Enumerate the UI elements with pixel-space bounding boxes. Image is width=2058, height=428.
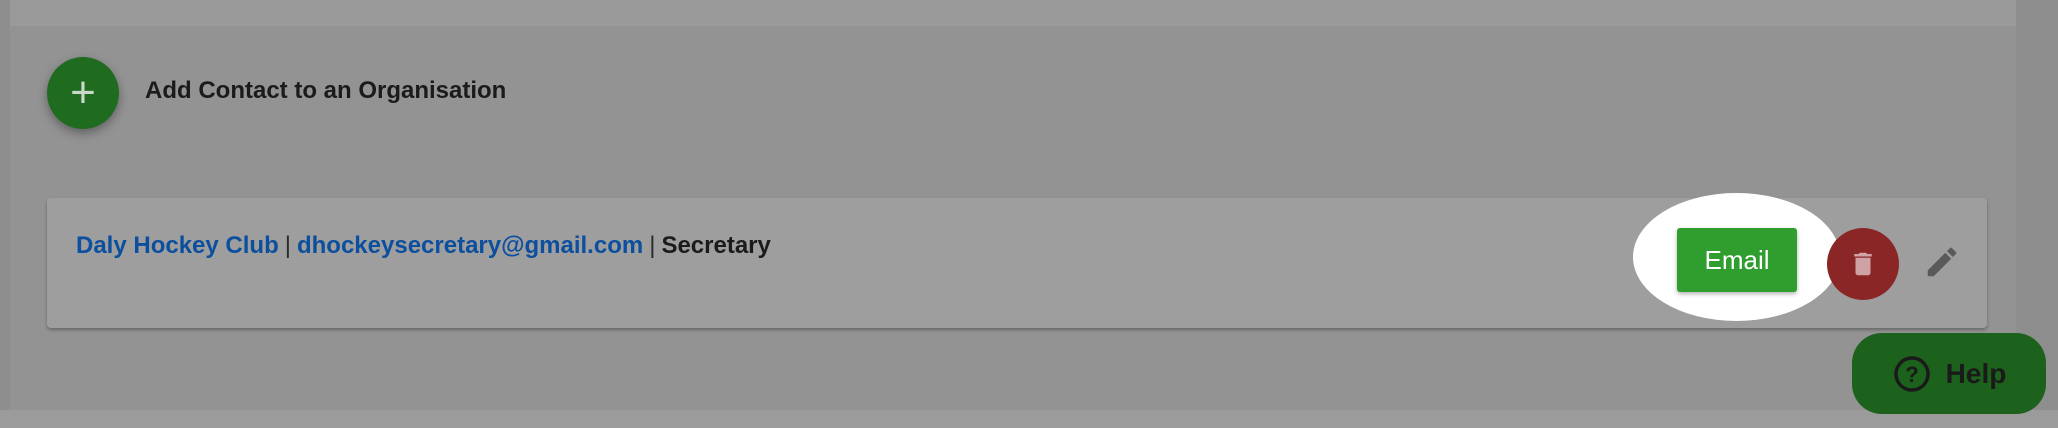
- contact-role: Secretary: [661, 232, 771, 259]
- add-contact-button[interactable]: +: [47, 57, 119, 129]
- add-contact-label: Add Contact to an Organisation: [145, 77, 507, 104]
- email-button[interactable]: Email: [1677, 228, 1797, 292]
- pencil-icon: [1927, 247, 1957, 277]
- edit-button[interactable]: [1918, 238, 1966, 286]
- organisation-link[interactable]: Daly Hockey Club: [76, 232, 279, 259]
- plus-icon: +: [70, 68, 96, 117]
- top-panel: [10, 0, 2016, 26]
- contact-details: Daly Hockey Club | dhockeysecretary@gmail.…: [76, 232, 771, 260]
- email-link[interactable]: dhockeysecretary@gmail.com: [297, 232, 643, 259]
- bottom-strip: [0, 410, 2058, 428]
- help-button[interactable]: ? Help: [1852, 333, 2046, 414]
- question-circle-icon: ?: [1893, 355, 1930, 392]
- separator: |: [284, 232, 291, 259]
- separator: |: [649, 232, 656, 259]
- trash-icon: [1854, 252, 1872, 276]
- help-icon-glyph: ?: [1905, 362, 1918, 387]
- delete-button[interactable]: [1827, 228, 1899, 300]
- help-label: Help: [1945, 357, 2007, 389]
